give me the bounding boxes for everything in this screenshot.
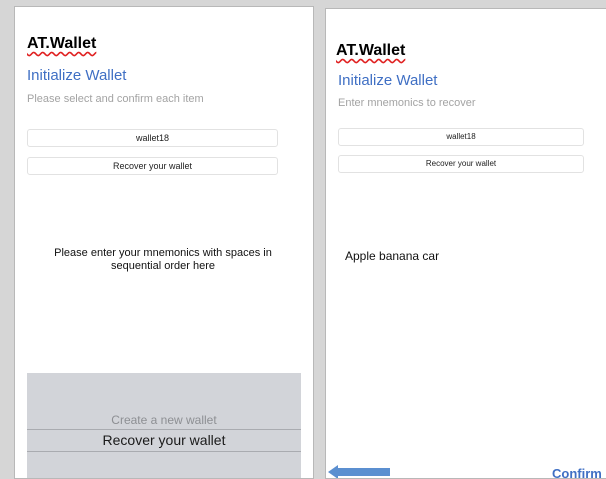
mnemonic-input[interactable]: Apple banana car: [345, 249, 439, 263]
mnemonic-instructions[interactable]: Please enter your mnemonics with spaces …: [33, 247, 293, 273]
picker-option-create[interactable]: Create a new wallet: [27, 413, 301, 427]
confirm-button[interactable]: Confirm: [552, 466, 602, 478]
section-title: Initialize Wallet: [27, 67, 127, 84]
wallet-name-field[interactable]: wallet18: [27, 129, 278, 147]
subtitle: Please select and confirm each item: [27, 93, 204, 105]
app-title: AT.Wallet: [336, 42, 406, 59]
wallet-mode-select[interactable]: Recover your wallet: [27, 157, 278, 175]
subtitle: Enter mnemonics to recover: [338, 97, 476, 109]
right-screen: AT.Wallet Initialize Wallet Enter mnemon…: [325, 8, 606, 479]
wallet-mode-picker[interactable]: Create a new wallet Recover your wallet: [27, 373, 301, 478]
picker-option-recover[interactable]: Recover your wallet: [27, 432, 301, 448]
picker-divider-top: [27, 429, 301, 430]
wallet-name-field[interactable]: wallet18: [338, 128, 584, 146]
left-screen: AT.Wallet Initialize Wallet Please selec…: [14, 6, 314, 479]
back-arrow-icon[interactable]: [328, 465, 390, 479]
section-title: Initialize Wallet: [338, 72, 438, 89]
wallet-mode-select[interactable]: Recover your wallet: [338, 155, 584, 173]
picker-divider-bottom: [27, 451, 301, 452]
app-title: AT.Wallet: [27, 35, 97, 52]
